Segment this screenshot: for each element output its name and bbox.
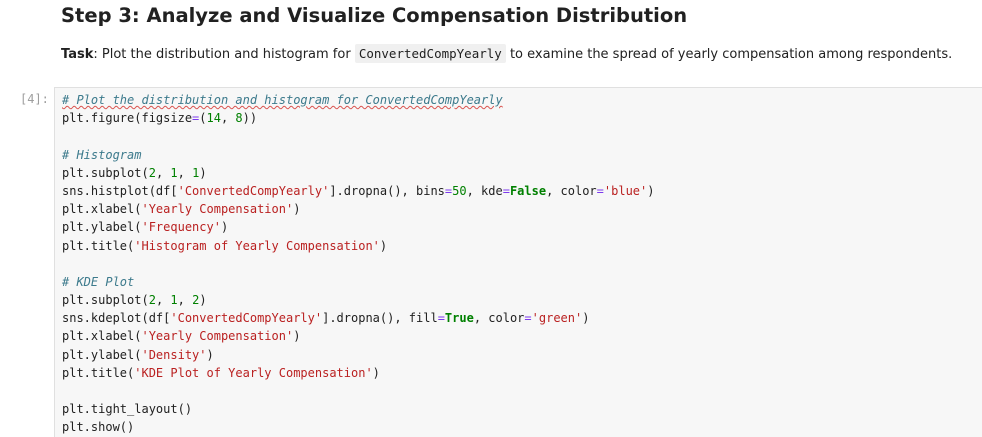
code-line: ​	[62, 255, 654, 273]
code-line: plt.ylabel('Density')	[62, 347, 214, 362]
code-line: # KDE Plot	[62, 274, 135, 289]
section-heading: Step 3: Analyze and Visualize Compensati…	[61, 4, 688, 27]
code-line: plt.subplot(2, 1, 2)	[62, 293, 207, 308]
code-line: plt.subplot(2, 1, 1)	[62, 165, 207, 180]
task-inline-code: ConvertedCompYearly	[354, 44, 506, 63]
code-line: plt.show()	[62, 420, 135, 435]
code-line: sns.kdeplot(df['ConvertedCompYearly'].dr…	[62, 311, 590, 326]
code-line: plt.title('KDE Plot of Yearly Compensati…	[62, 365, 380, 380]
code-line: plt.ylabel('Frequency')	[62, 220, 229, 235]
code-line: ​	[62, 382, 654, 400]
code-line: # Histogram	[62, 147, 142, 162]
code-line: ​	[62, 127, 654, 145]
code-line: plt.figure(figsize=(14, 8))	[62, 111, 258, 126]
code-block[interactable]: # Plot the distribution and histogram fo…	[62, 91, 654, 437]
code-line: plt.title('Histogram of Yearly Compensat…	[62, 238, 388, 253]
task-label: Task	[61, 47, 94, 62]
cell-execution-count: [4]:	[20, 92, 49, 106]
task-text-after: to examine the spread of yearly compensa…	[505, 47, 953, 62]
code-line: # Plot the distribution and histogram fo…	[62, 93, 503, 107]
task-paragraph: Task: Plot the distribution and histogra…	[61, 44, 953, 63]
code-line: plt.xlabel('Yearly Compensation')	[62, 202, 301, 217]
task-text-before: : Plot the distribution and histogram fo…	[93, 47, 355, 62]
code-line: plt.xlabel('Yearly Compensation')	[62, 329, 301, 344]
code-line: plt.tight_layout()	[62, 402, 193, 417]
code-line: sns.histplot(df['ConvertedCompYearly'].d…	[62, 183, 655, 198]
